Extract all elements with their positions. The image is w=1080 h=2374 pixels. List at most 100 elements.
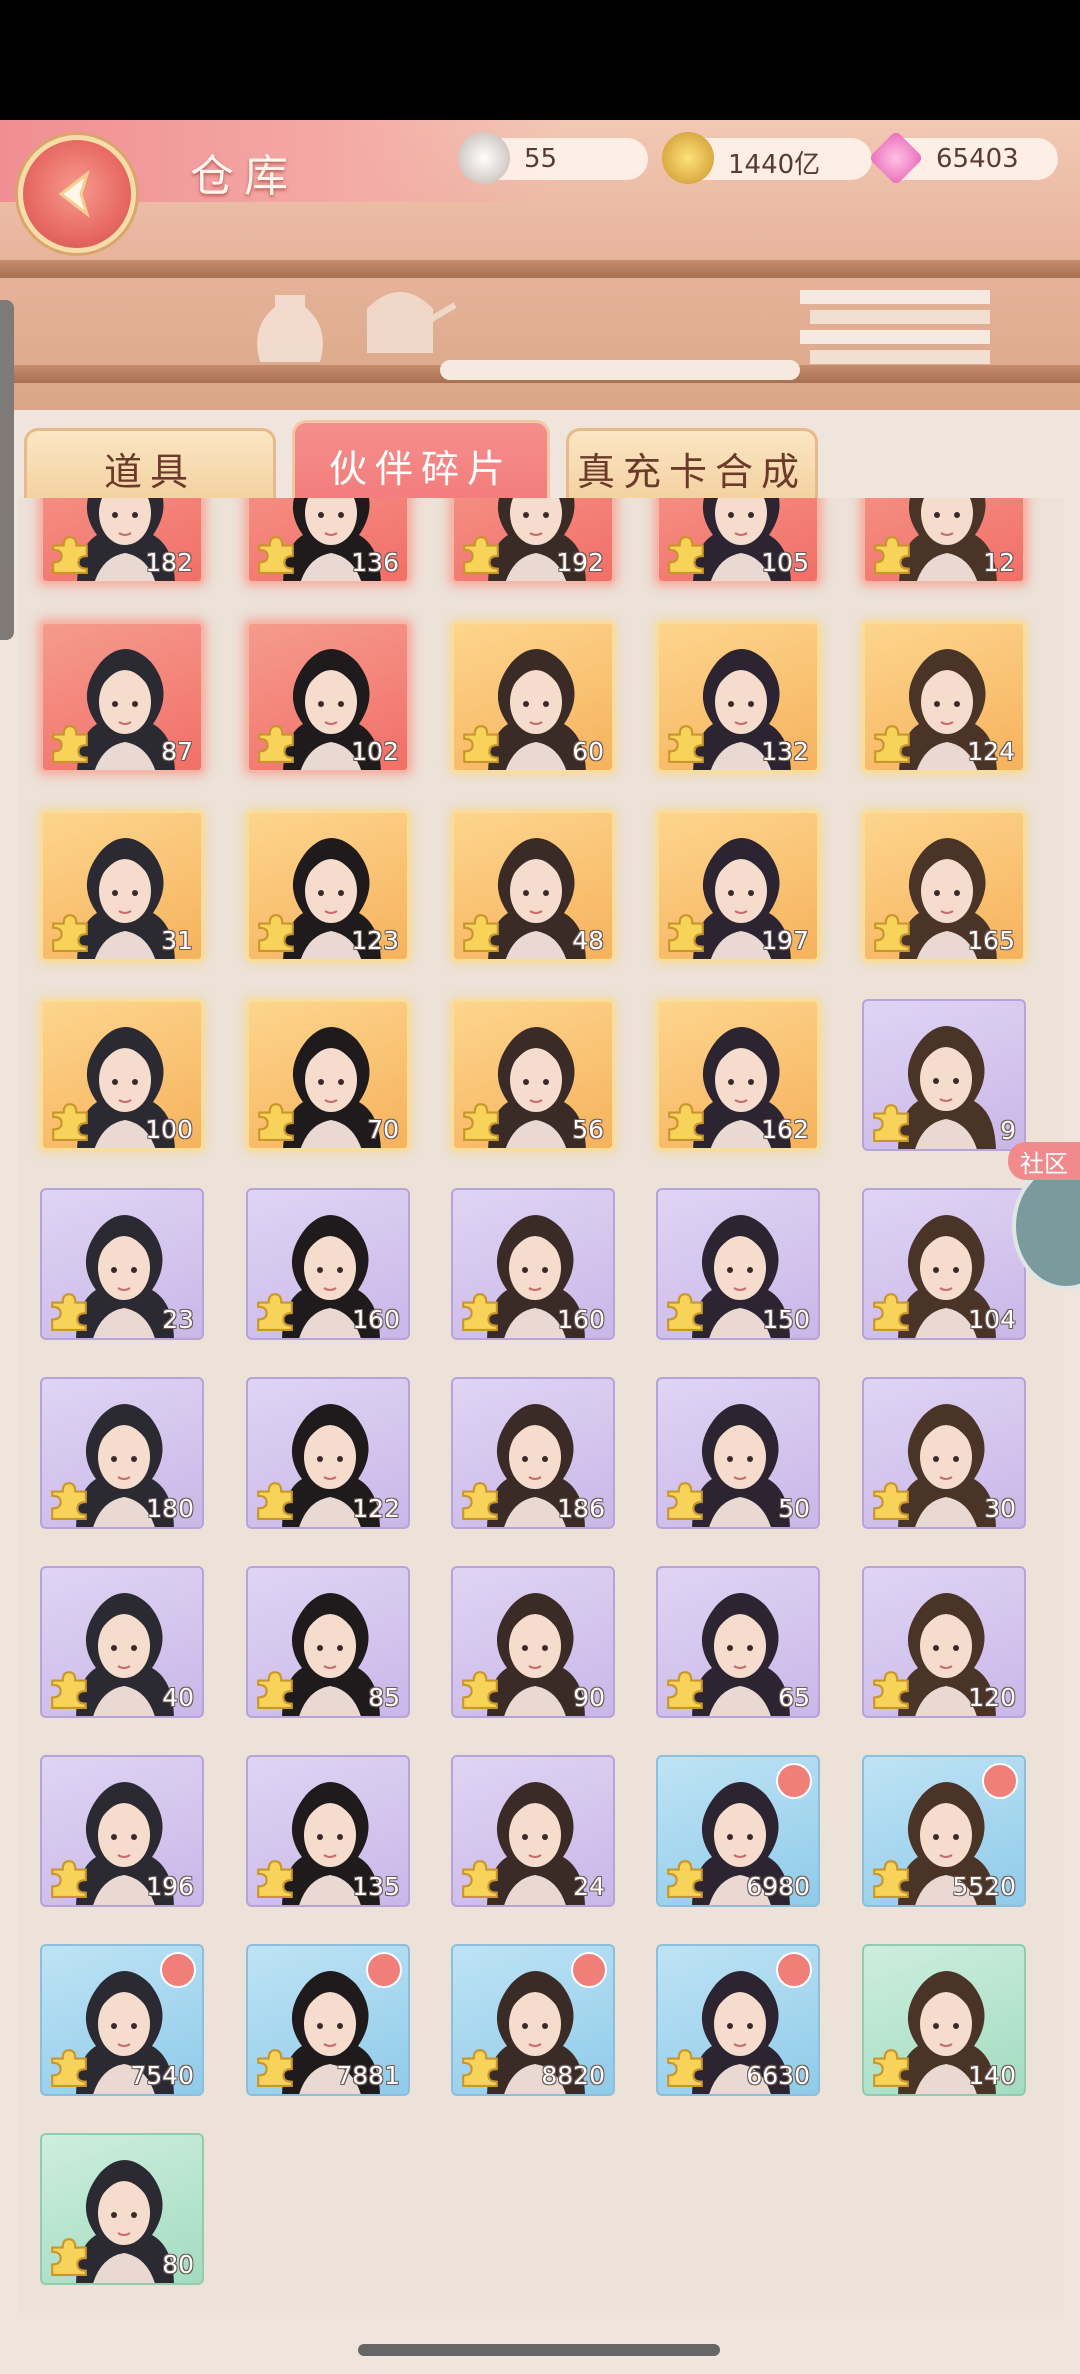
fragment-card[interactable]: 7881: [246, 1944, 410, 2096]
fragment-card[interactable]: 50: [656, 1377, 820, 1529]
vase-icon: [257, 295, 323, 362]
fragment-card[interactable]: 135: [246, 1755, 410, 1907]
fragment-count: 132: [761, 737, 809, 766]
fragment-count: 136: [351, 548, 399, 577]
fragment-count: 165: [967, 926, 1015, 955]
home-indicator[interactable]: [358, 2344, 720, 2356]
tab-bar: 道具 伙伴碎片 真充卡合成: [0, 410, 1080, 508]
fragment-card[interactable]: 102: [246, 621, 410, 773]
fragment-card[interactable]: 196: [40, 1755, 204, 1907]
puzzle-piece-icon: [667, 1293, 703, 1331]
puzzle-piece-icon: [873, 1104, 909, 1142]
fragment-count: 160: [352, 1305, 400, 1334]
shelf-top: [0, 260, 1080, 278]
fragment-card[interactable]: 60: [451, 621, 615, 773]
puzzle-piece-icon: [257, 1860, 293, 1898]
status-bar: [0, 0, 1080, 120]
fragment-card[interactable]: 31: [40, 810, 204, 962]
fragment-count: 60: [572, 737, 604, 766]
puzzle-piece-icon: [52, 1103, 88, 1141]
fragment-card[interactable]: 165: [862, 810, 1026, 962]
puzzle-piece-icon: [258, 536, 294, 574]
resource-value: 65403: [936, 144, 1019, 174]
puzzle-piece-icon: [51, 1860, 87, 1898]
fragment-card[interactable]: 90: [451, 1566, 615, 1718]
fragment-card[interactable]: 56: [451, 999, 615, 1151]
puzzle-piece-icon: [463, 725, 499, 763]
fragment-card[interactable]: 160: [246, 1188, 410, 1340]
fragment-card[interactable]: 140: [862, 1944, 1026, 2096]
fragment-card[interactable]: 162: [656, 999, 820, 1151]
fragment-card[interactable]: 105: [656, 498, 820, 584]
fragment-count: 186: [557, 1494, 605, 1523]
fragment-card[interactable]: 65: [656, 1566, 820, 1718]
fragment-card[interactable]: 123: [246, 810, 410, 962]
fragment-card[interactable]: 120: [862, 1566, 1026, 1718]
fragment-count: 5520: [952, 1872, 1016, 1901]
fragment-card[interactable]: 192: [451, 498, 615, 584]
resource-diamond[interactable]: 65403: [868, 130, 1058, 186]
fragment-card[interactable]: 6980: [656, 1755, 820, 1907]
fragment-card[interactable]: 30: [862, 1377, 1026, 1529]
puzzle-piece-icon: [462, 1860, 498, 1898]
fragment-count: 90: [573, 1683, 605, 1712]
fragment-count: 31: [161, 926, 193, 955]
fragment-card[interactable]: 23: [40, 1188, 204, 1340]
puzzle-piece-icon: [873, 1671, 909, 1709]
fragment-card[interactable]: 80: [40, 2133, 204, 2285]
fragment-card[interactable]: 8820: [451, 1944, 615, 2096]
fragment-card[interactable]: 100: [40, 999, 204, 1151]
fragment-card[interactable]: 122: [246, 1377, 410, 1529]
puzzle-piece-icon: [668, 914, 704, 952]
tab-items[interactable]: 道具: [24, 428, 276, 506]
fragment-card[interactable]: 180: [40, 1377, 204, 1529]
puzzle-piece-icon: [873, 1293, 909, 1331]
fragment-card[interactable]: 7540: [40, 1944, 204, 2096]
fragment-card[interactable]: 87: [40, 621, 204, 773]
favorite-heart-icon: [160, 1952, 196, 1988]
fragment-card[interactable]: 40: [40, 1566, 204, 1718]
tab-card-synthesis[interactable]: 真充卡合成: [566, 428, 818, 506]
fragment-card[interactable]: 9: [862, 999, 1026, 1151]
fragment-count: 50: [778, 1494, 810, 1523]
fragment-count: 6630: [746, 2061, 810, 2090]
fragment-count: 182: [145, 548, 193, 577]
puzzle-piece-icon: [52, 725, 88, 763]
puzzle-piece-icon: [257, 1671, 293, 1709]
fragment-card[interactable]: 48: [451, 810, 615, 962]
resource-coin[interactable]: 1440亿: [662, 132, 872, 184]
back-button[interactable]: [18, 135, 136, 253]
fragment-card[interactable]: 5520: [862, 1755, 1026, 1907]
fragment-card[interactable]: 6630: [656, 1944, 820, 2096]
fragment-count: 7881: [336, 2061, 400, 2090]
fragment-card[interactable]: 186: [451, 1377, 615, 1529]
fragment-card[interactable]: 70: [246, 999, 410, 1151]
fragment-card[interactable]: 132: [656, 621, 820, 773]
puzzle-piece-icon: [873, 2049, 909, 2087]
fragment-card[interactable]: 182: [40, 498, 204, 584]
books-icon: [800, 290, 990, 364]
tab-partner-fragments[interactable]: 伙伴碎片: [292, 420, 550, 508]
community-tab[interactable]: 社区: [1008, 1142, 1080, 1180]
fragment-card[interactable]: 24: [451, 1755, 615, 1907]
fragment-card[interactable]: 12: [862, 498, 1026, 584]
fragment-card[interactable]: 104: [862, 1188, 1026, 1340]
fragment-count: 150: [762, 1305, 810, 1334]
fragment-count: 122: [352, 1494, 400, 1523]
fragment-count: 123: [351, 926, 399, 955]
puzzle-piece-icon: [874, 536, 910, 574]
fragment-count: 65: [778, 1683, 810, 1712]
puzzle-piece-icon: [258, 1103, 294, 1141]
fragment-card[interactable]: 85: [246, 1566, 410, 1718]
fragment-card[interactable]: 136: [246, 498, 410, 584]
fragment-card[interactable]: 124: [862, 621, 1026, 773]
puzzle-piece-icon: [257, 1293, 293, 1331]
fragment-panel: 182 136 192 105 12 87 102 60 132 124 31 123 48 197 165…: [18, 498, 1064, 2313]
edge-handle[interactable]: [0, 300, 14, 640]
resource-feather[interactable]: 55: [458, 132, 648, 184]
fragment-card[interactable]: 197: [656, 810, 820, 962]
puzzle-piece-icon: [51, 2238, 87, 2276]
fragment-card[interactable]: 160: [451, 1188, 615, 1340]
fragment-count: 9: [1000, 1116, 1016, 1145]
fragment-card[interactable]: 150: [656, 1188, 820, 1340]
